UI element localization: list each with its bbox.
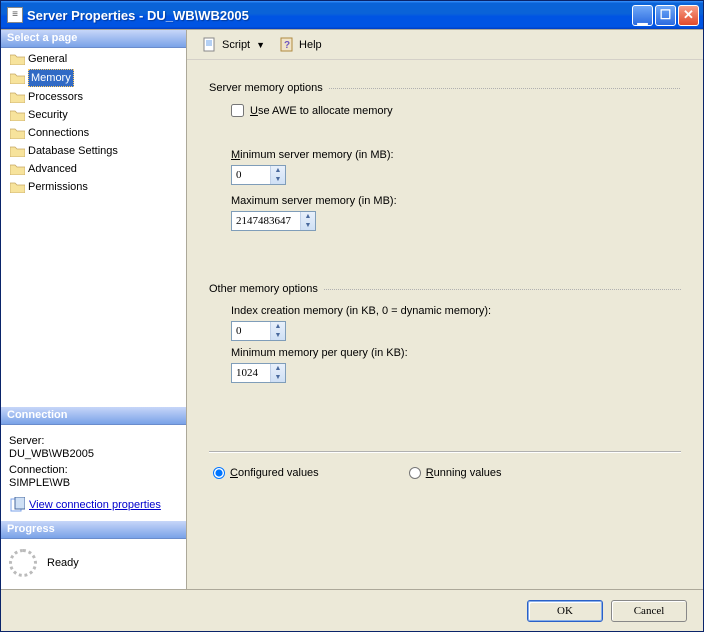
help-button[interactable]: ? Help — [274, 35, 327, 55]
configured-values-label: Configured values — [230, 467, 319, 479]
page-icon — [9, 52, 25, 66]
use-awe-checkbox[interactable] — [231, 104, 244, 117]
progress-status: Ready — [47, 557, 79, 569]
page-label: Security — [28, 107, 68, 123]
max-memory-input[interactable] — [232, 212, 300, 230]
page-item-memory[interactable]: Memory — [1, 68, 186, 88]
page-item-database-settings[interactable]: Database Settings — [1, 142, 186, 160]
page-item-processors[interactable]: Processors — [1, 88, 186, 106]
server-label: Server: — [9, 435, 178, 447]
max-memory-spinner[interactable]: ▲▼ — [300, 212, 315, 230]
page-icon — [9, 71, 25, 85]
properties-icon — [9, 497, 25, 513]
connection-body: Server: DU_WB\WB2005 Connection: SIMPLE\… — [1, 425, 186, 521]
script-label: Script — [222, 39, 250, 51]
app-icon: ≡ — [7, 7, 23, 23]
page-label: Processors — [28, 89, 83, 105]
min-memory-input[interactable] — [232, 166, 270, 184]
close-button[interactable]: ✕ — [678, 5, 699, 26]
page-item-permissions[interactable]: Permissions — [1, 178, 186, 196]
page-label: Memory — [28, 69, 74, 87]
page-item-general[interactable]: General — [1, 50, 186, 68]
page-icon — [9, 108, 25, 122]
configured-values-radio[interactable] — [213, 467, 225, 479]
server-value: DU_WB\WB2005 — [9, 448, 178, 460]
cancel-button[interactable]: Cancel — [611, 600, 687, 622]
ok-button[interactable]: OK — [527, 600, 603, 622]
maximize-button[interactable]: ☐ — [655, 5, 676, 26]
progress-header: Progress — [1, 521, 186, 539]
progress-body: Ready — [1, 539, 186, 589]
view-connection-link[interactable]: View connection properties — [29, 499, 161, 511]
right-panel: Script ▼ ? Help Server memory options — [187, 30, 703, 589]
svg-text:?: ? — [284, 40, 290, 51]
min-memory-input-wrap: ▲▼ — [231, 165, 286, 185]
page-item-advanced[interactable]: Advanced — [1, 160, 186, 178]
connection-label: Connection: — [9, 464, 178, 476]
min-query-spinner[interactable]: ▲▼ — [270, 364, 285, 382]
separator — [209, 451, 681, 453]
index-memory-label: Index creation memory (in KB, 0 = dynami… — [231, 305, 681, 317]
running-values-radio[interactable] — [409, 467, 421, 479]
script-button[interactable]: Script ▼ — [197, 35, 270, 55]
help-icon: ? — [279, 37, 295, 53]
page-item-connections[interactable]: Connections — [1, 124, 186, 142]
max-memory-input-wrap: ▲▼ — [231, 211, 316, 231]
left-panel: Select a page General Memory Processors … — [1, 30, 187, 589]
min-query-input[interactable] — [232, 364, 270, 382]
running-values-label: Running values — [426, 467, 502, 479]
select-page-header: Select a page — [1, 30, 186, 48]
min-query-label: Minimum memory per query (in KB): — [231, 347, 681, 359]
titlebar: ≡ Server Properties - DU_WB\WB2005 ▁ ☐ ✕ — [1, 1, 703, 29]
page-icon — [9, 162, 25, 176]
index-memory-input[interactable] — [232, 322, 270, 340]
index-memory-spinner[interactable]: ▲▼ — [270, 322, 285, 340]
content-area: Server memory options Use AWE to allocat… — [187, 60, 703, 589]
page-list: General Memory Processors Security Conne… — [1, 48, 186, 407]
min-query-input-wrap: ▲▼ — [231, 363, 286, 383]
other-memory-title: Other memory options — [209, 283, 681, 295]
page-label: Permissions — [28, 179, 88, 195]
max-memory-label: Maximum server memory (in MB): — [231, 195, 681, 207]
window: ≡ Server Properties - DU_WB\WB2005 ▁ ☐ ✕… — [0, 0, 704, 632]
chevron-down-icon: ▼ — [256, 40, 265, 50]
use-awe-label: Use AWE to allocate memory — [250, 105, 393, 117]
page-icon — [9, 144, 25, 158]
page-icon — [9, 180, 25, 194]
connection-value: SIMPLE\WB — [9, 477, 178, 489]
page-icon — [9, 90, 25, 104]
page-label: Database Settings — [28, 143, 118, 159]
page-item-security[interactable]: Security — [1, 106, 186, 124]
help-label: Help — [299, 39, 322, 51]
page-label: General — [28, 51, 67, 67]
min-memory-label: Minimum server memory (in MB): — [231, 149, 681, 161]
index-memory-input-wrap: ▲▼ — [231, 321, 286, 341]
toolbar: Script ▼ ? Help — [187, 30, 703, 60]
page-icon — [9, 126, 25, 140]
title-text: Server Properties - DU_WB\WB2005 — [27, 8, 630, 23]
page-label: Advanced — [28, 161, 77, 177]
server-memory-title: Server memory options — [209, 82, 681, 94]
connection-header: Connection — [1, 407, 186, 425]
page-label: Connections — [28, 125, 89, 141]
script-icon — [202, 37, 218, 53]
footer: OK Cancel — [1, 589, 703, 631]
progress-spinner-icon — [9, 549, 37, 577]
minimize-button[interactable]: ▁ — [632, 5, 653, 26]
min-memory-spinner[interactable]: ▲▼ — [270, 166, 285, 184]
